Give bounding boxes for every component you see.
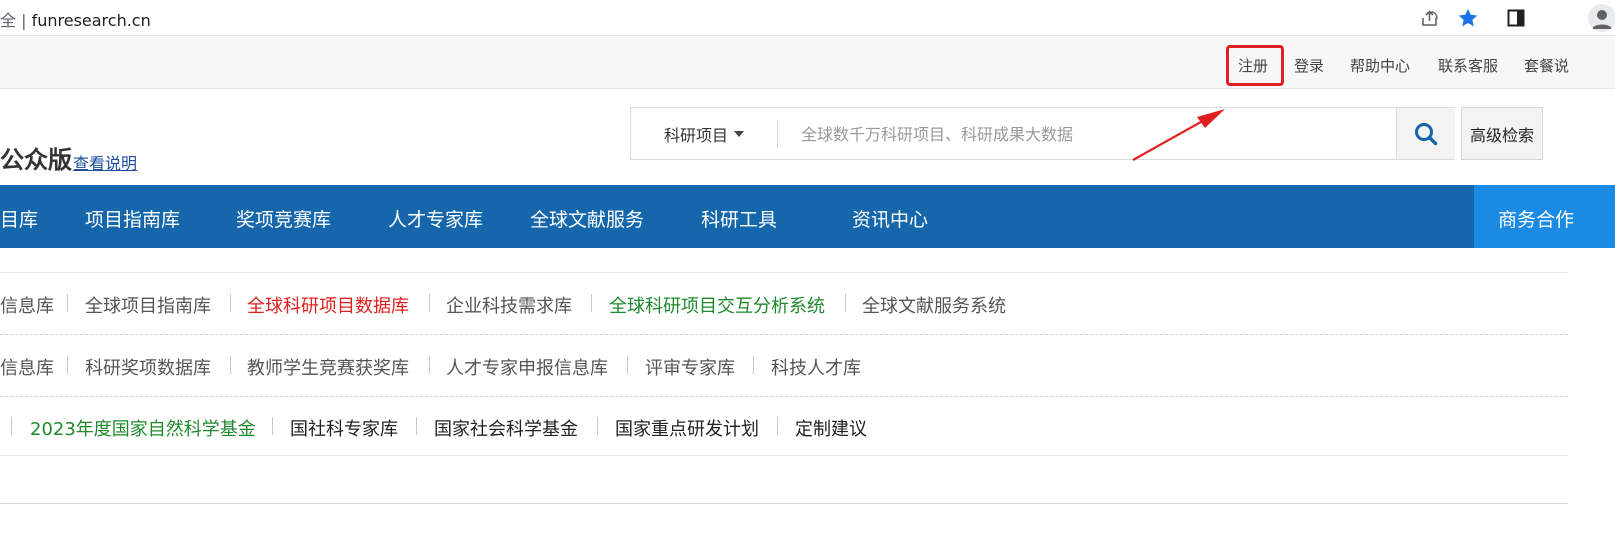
link-separator [272, 417, 273, 435]
search-category-label: 科研项目 [663, 125, 728, 145]
search-category-dropdown[interactable]: 科研项目 [631, 108, 777, 159]
security-label: 全 [0, 11, 17, 30]
login-link[interactable]: 登录 [1294, 55, 1324, 76]
link-separator [591, 294, 592, 312]
link-separator [230, 356, 231, 374]
search-box: 科研项目 [630, 107, 1455, 160]
link-separator [845, 294, 846, 312]
address-bar[interactable]: 全 | funresearch.cn [0, 7, 151, 31]
row2-link[interactable]: 信息库 [0, 354, 54, 380]
sidebar-icon[interactable] [1504, 6, 1528, 30]
row2-link[interactable]: 科研奖项数据库 [85, 354, 211, 380]
main-nav: 目库 项目指南库 奖项竞赛库 人才专家库 全球文献服务 科研工具 资讯中心 商务… [0, 185, 1615, 248]
share-icon[interactable] [1418, 6, 1442, 30]
row1-link[interactable]: 信息库 [0, 292, 54, 318]
section-divider [0, 503, 1568, 504]
search-button[interactable] [1396, 108, 1455, 159]
row1-link[interactable]: 全球科研项目交互分析系统 [609, 292, 825, 318]
nav-business-label: 商务合作 [1498, 209, 1575, 231]
link-separator [67, 356, 68, 374]
row1-link[interactable]: 企业科技需求库 [446, 292, 572, 318]
nav-item-tools[interactable]: 科研工具 [701, 205, 777, 232]
plans-link[interactable]: 套餐说 [1524, 55, 1569, 76]
help-center-link[interactable]: 帮助中心 [1350, 55, 1410, 76]
nav-item-business[interactable]: 商务合作 [1474, 185, 1615, 248]
search-divider [777, 120, 778, 148]
profile-icon[interactable] [1588, 4, 1615, 32]
row1-link[interactable]: 全球科研项目数据库 [247, 292, 409, 318]
link-separator [416, 417, 417, 435]
caret-down-icon [734, 130, 744, 137]
row3-link[interactable]: 国家社会科学基金 [434, 415, 578, 441]
row2-link[interactable]: 教师学生竞赛获奖库 [247, 354, 409, 380]
link-separator [11, 417, 12, 435]
row-divider [0, 455, 1568, 456]
nav-item-literature[interactable]: 全球文献服务 [530, 205, 644, 232]
row1-link[interactable]: 全球文献服务系统 [862, 292, 1006, 318]
top-utility-bar: 注册 登录 帮助中心 联系客服 套餐说 [0, 37, 1615, 89]
row3-link[interactable]: 定制建议 [795, 415, 867, 441]
view-instructions-link[interactable]: 查看说明 [73, 150, 137, 174]
row-divider [0, 334, 1568, 335]
link-separator [753, 356, 754, 374]
advanced-search-button[interactable]: 高级检索 [1461, 107, 1543, 160]
row2-link[interactable]: 科技人才库 [771, 354, 861, 380]
search-icon [1415, 122, 1438, 145]
row-divider [0, 272, 1568, 273]
url-text: funresearch.cn [31, 11, 151, 30]
nav-item-guide-db[interactable]: 项目指南库 [85, 205, 180, 232]
star-icon[interactable] [1456, 6, 1480, 30]
search-input[interactable] [787, 116, 1387, 152]
row1-link[interactable]: 全球项目指南库 [85, 292, 211, 318]
link-separator [230, 294, 231, 312]
row3-link[interactable]: 2023年度国家自然科学基金 [30, 415, 256, 441]
link-separator [597, 417, 598, 435]
browser-toolbar: 全 | funresearch.cn [0, 0, 1615, 36]
nav-item-experts-db[interactable]: 人才专家库 [388, 205, 483, 232]
link-separator [777, 417, 778, 435]
row2-link[interactable]: 评审专家库 [645, 354, 735, 380]
row3-link[interactable]: 国社科专家库 [290, 415, 398, 441]
site-title: 公众版 [0, 146, 72, 174]
link-separator [627, 356, 628, 374]
nav-item-awards-db[interactable]: 奖项竞赛库 [236, 205, 331, 232]
row-divider [0, 396, 1568, 397]
nav-item-project-db[interactable]: 目库 [0, 205, 38, 232]
contact-service-link[interactable]: 联系客服 [1438, 55, 1498, 76]
link-separator [429, 356, 430, 374]
register-highlight-box [1226, 45, 1284, 86]
address-divider: | [16, 11, 32, 30]
nav-item-news[interactable]: 资讯中心 [852, 205, 928, 232]
row2-link[interactable]: 人才专家申报信息库 [446, 354, 608, 380]
row3-link[interactable]: 国家重点研发计划 [615, 415, 759, 441]
link-separator [67, 294, 68, 312]
link-separator [429, 294, 430, 312]
